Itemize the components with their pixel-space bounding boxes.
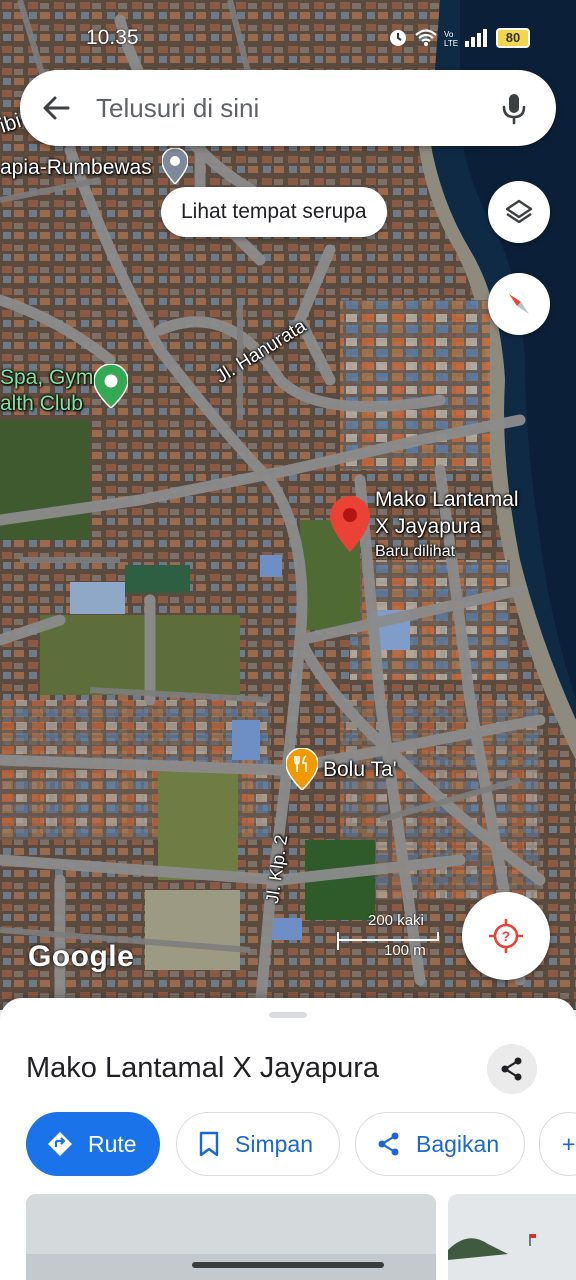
restaurant-icon[interactable]	[285, 747, 319, 792]
place-photo[interactable]	[448, 1194, 576, 1280]
compass-icon	[509, 294, 529, 314]
status-bar: 10.35 Vo LTE 80	[0, 24, 576, 54]
save-button[interactable]: Simpan	[176, 1112, 340, 1176]
back-button[interactable]	[36, 88, 76, 128]
more-actions-button[interactable]: +	[539, 1112, 576, 1176]
map-scale: 200 kaki 100 m	[336, 912, 446, 962]
my-location-icon: ?	[489, 919, 523, 953]
layers-button[interactable]	[488, 181, 550, 243]
recently-viewed-label: Baru dilihat	[375, 543, 456, 560]
battery-icon: 80	[496, 28, 530, 48]
google-logo: Google	[28, 940, 135, 973]
layers-icon	[505, 199, 533, 224]
signal-icon	[465, 29, 487, 47]
place-title: Mako Lantamal X Jayapura	[26, 1052, 380, 1084]
map-label-rumbewas[interactable]: apia-Rumbewas	[0, 156, 152, 180]
voice-search-button[interactable]	[494, 88, 534, 128]
share-button[interactable]: Bagikan	[355, 1112, 525, 1176]
svg-text:LTE: LTE	[444, 39, 458, 48]
more-label: +	[562, 1130, 576, 1157]
save-label: Simpan	[235, 1130, 313, 1157]
status-icons: Vo LTE 80	[388, 28, 530, 48]
share-label: Bagikan	[416, 1130, 500, 1157]
drag-handle[interactable]	[269, 1012, 307, 1018]
my-location-button[interactable]: ?	[462, 892, 550, 980]
selected-place-label-2[interactable]: X Jayapura	[375, 515, 481, 539]
map-pin-icon[interactable]	[161, 147, 189, 186]
similar-places-chip[interactable]: Lihat tempat serupa	[161, 187, 387, 237]
microphone-icon	[502, 94, 526, 125]
share-icon	[376, 1131, 402, 1157]
route-label: Rute	[88, 1130, 137, 1157]
svg-text:Vo: Vo	[444, 30, 454, 39]
directions-icon	[46, 1130, 74, 1158]
volte-icon: VoLTE	[444, 30, 458, 48]
arrow-left-icon	[43, 96, 70, 120]
selected-place-label-1[interactable]: Mako Lantamal	[375, 488, 519, 512]
compass-button[interactable]	[488, 273, 550, 335]
scale-meters-label: 100 m	[384, 942, 426, 959]
svg-text:?: ?	[502, 928, 511, 944]
gym-pin-icon[interactable]	[93, 363, 129, 410]
share-icon	[501, 1057, 522, 1081]
wifi-icon	[415, 29, 437, 46]
selected-place-pin-icon[interactable]	[330, 496, 370, 552]
search-bar[interactable]	[20, 70, 556, 146]
map-view[interactable]: ibi apia-Rumbewas Spa, Gym alth Club Jl.…	[0, 0, 576, 1010]
search-input[interactable]	[96, 88, 486, 128]
route-button[interactable]: Rute	[26, 1112, 160, 1176]
share-icon-button[interactable]	[487, 1044, 537, 1094]
status-time: 10.35	[86, 26, 139, 49]
bookmark-icon	[197, 1130, 221, 1158]
place-bottom-sheet[interactable]: Mako Lantamal X Jayapura Rute Simpan Bag…	[0, 998, 576, 1280]
map-label-bolu[interactable]: Bolu Ta'	[323, 758, 397, 782]
alarm-icon	[390, 30, 406, 46]
action-row: Rute Simpan Bagikan +	[26, 1112, 576, 1176]
map-label-spa-1[interactable]: Spa, Gym	[0, 366, 93, 390]
map-label-spa-2[interactable]: alth Club	[0, 392, 83, 416]
navigation-gesture-bar[interactable]	[192, 1262, 384, 1268]
